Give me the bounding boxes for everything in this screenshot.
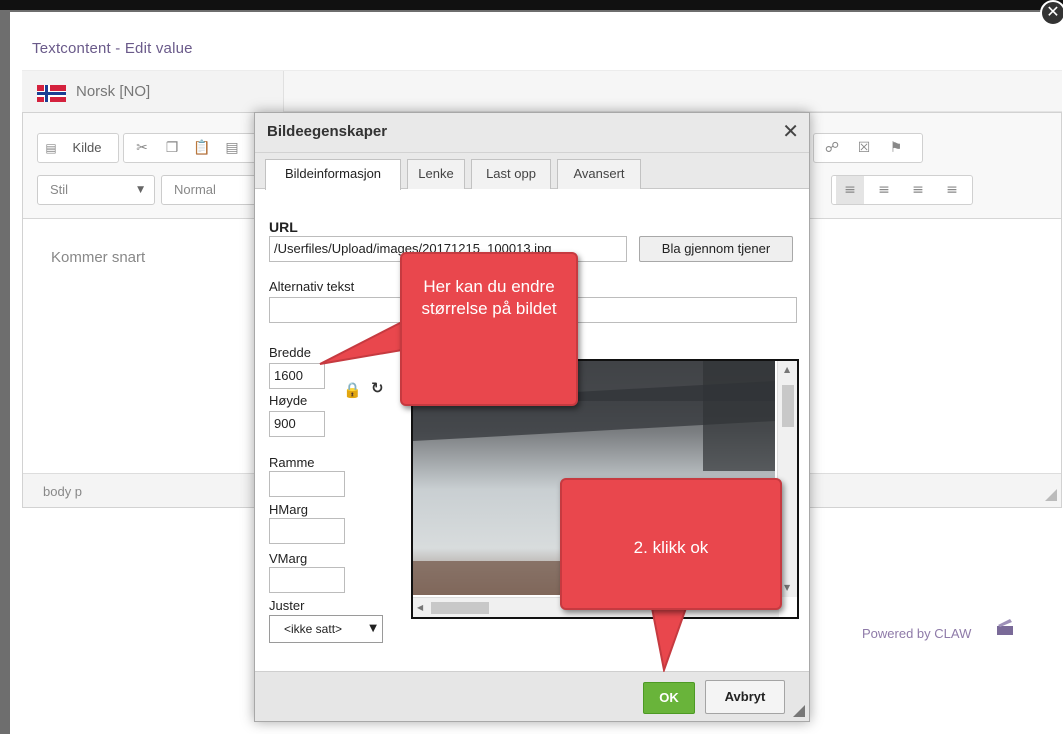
vspace-input[interactable] <box>269 567 345 593</box>
callout-pointer <box>319 320 403 365</box>
width-input[interactable]: 1600 <box>269 363 325 389</box>
dialog-header[interactable]: Bildeegenskaper ✕ <box>255 113 809 153</box>
border-label: Ramme <box>269 455 315 470</box>
align-center-icon[interactable]: ≡ <box>870 176 898 204</box>
hspace-label: HMarg <box>269 502 309 517</box>
resize-hint-callout: Her kan du endre størrelse på bildet <box>400 252 578 406</box>
dialog-resize-icon[interactable] <box>793 705 805 717</box>
scroll-up-icon[interactable]: ▲ <box>784 365 790 374</box>
reset-size-icon[interactable]: ↻ <box>371 379 384 397</box>
link-icon[interactable]: ☍ <box>818 134 846 162</box>
ok-button[interactable]: OK <box>643 682 695 714</box>
clipboard-group: ✂ ❐ 📋 ▤ <box>123 133 263 163</box>
hspace-input[interactable] <box>269 518 345 544</box>
source-icon: ▤ <box>45 141 57 155</box>
anchor-flag-icon[interactable]: ⚑ <box>882 134 910 162</box>
align-right-icon[interactable]: ≡ <box>904 176 932 204</box>
chevron-down-icon: ▼ <box>137 185 144 195</box>
ok-hint-text: 2. klikk ok <box>633 538 709 557</box>
horizontal-scroll-thumb[interactable] <box>431 602 489 614</box>
alt-text-label: Alternativ tekst <box>269 279 355 294</box>
source-button[interactable]: ▤ Kilde <box>37 133 119 163</box>
claw-logo-icon <box>997 619 1013 635</box>
width-label: Bredde <box>269 345 311 360</box>
copy-icon[interactable]: ❐ <box>158 134 186 162</box>
chevron-down-icon: ▼ <box>369 623 377 634</box>
page-title: Textcontent - Edit value <box>32 40 193 57</box>
browse-server-button[interactable]: Bla gjennom tjener <box>639 236 793 262</box>
tab-bildeinformasjon[interactable]: Bildeinformasjon <box>265 159 401 190</box>
height-input[interactable]: 900 <box>269 411 325 437</box>
vspace-label: VMarg <box>269 551 308 566</box>
ok-hint-callout: 2. klikk ok <box>560 478 782 610</box>
paste-text-icon[interactable]: ▤ <box>218 134 246 162</box>
tab-lenke[interactable]: Lenke <box>407 159 465 189</box>
powered-by-text: Powered by CLAW <box>862 626 972 641</box>
tab-last-opp[interactable]: Last opp <box>471 159 551 189</box>
align-justify-icon[interactable]: ≡ <box>938 176 966 204</box>
image-properties-dialog: Bildeegenskaper ✕ Bildeinformasjon Lenke… <box>254 112 810 722</box>
height-label: Høyde <box>269 393 308 408</box>
modal-backdrop <box>0 0 1063 10</box>
format-combo[interactable]: Normal <box>161 175 261 205</box>
align-left-icon[interactable]: ≡ <box>836 176 864 204</box>
scroll-down-icon[interactable]: ▼ <box>784 583 790 592</box>
language-tab-bar: Norsk [NO] <box>22 70 1062 113</box>
align-select-value: <ikke satt> <box>284 622 343 636</box>
dialog-close-icon[interactable]: ✕ <box>782 119 799 143</box>
source-button-label: Kilde <box>72 140 102 155</box>
align-label: Juster <box>269 598 305 613</box>
tab-avansert[interactable]: Avansert <box>557 159 641 189</box>
resize-handle-icon[interactable] <box>1045 489 1057 501</box>
unlink-icon[interactable]: ☒ <box>850 134 878 162</box>
align-select[interactable]: <ikke satt> ▼ <box>269 615 383 643</box>
close-overlay-button[interactable]: ✕ <box>1040 0 1063 26</box>
editor-content[interactable]: Kommer snart <box>51 249 145 266</box>
link-group: ☍ ☒ ⚑ <box>813 133 923 163</box>
language-label: Norsk [NO] <box>76 83 151 100</box>
cancel-button[interactable]: Avbryt <box>705 680 785 714</box>
scroll-left-icon[interactable]: ◀ <box>417 603 423 612</box>
url-label: URL <box>269 219 298 235</box>
border-input[interactable] <box>269 471 345 497</box>
dialog-tabs: Bildeinformasjon Lenke Last opp Avansert <box>255 153 809 190</box>
style-combo[interactable]: Stil ▼ <box>37 175 155 205</box>
resize-hint-text: Her kan du endre størrelse på bildet <box>421 277 557 318</box>
paste-icon[interactable]: 📋 <box>188 134 216 162</box>
vertical-scroll-thumb[interactable] <box>782 385 794 427</box>
language-tab-norsk[interactable]: Norsk [NO] <box>22 71 284 113</box>
style-combo-value: Stil <box>50 182 69 197</box>
dialog-title: Bildeegenskaper <box>267 123 388 140</box>
cut-icon[interactable]: ✂ <box>128 134 156 162</box>
dialog-footer: OK Avbryt <box>255 671 809 721</box>
element-path: body p <box>43 484 83 499</box>
lock-ratio-icon[interactable]: 🔒 <box>343 381 362 399</box>
norway-flag-icon <box>37 85 66 102</box>
callout-pointer <box>650 607 688 672</box>
format-combo-value: Normal <box>174 182 216 197</box>
align-group: ≡ ≡ ≡ ≡ <box>831 175 973 205</box>
